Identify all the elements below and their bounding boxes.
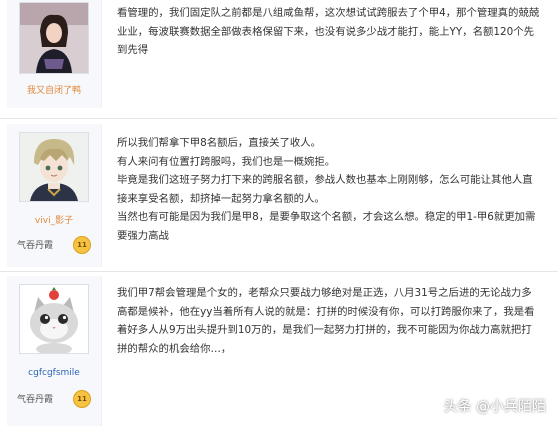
post-line: 接来享受名额，却挤掉一起努力拿名额的人。 (117, 192, 325, 205)
post-divider (0, 271, 558, 272)
rank-title: 气吞丹霞 (17, 395, 54, 405)
post-line: 所以我们帮拿下甲8名额后，直接关了收人。 (117, 137, 322, 149)
post-body: 看管理的，我们固定队之前都是八组咸鱼帮，这次想试试跨服去了个甲4，那个管理真的兢… (117, 4, 555, 60)
post-line: 要强力高战 (117, 229, 169, 242)
author-sidebar: cgfcgfsmile 气吞丹霞 11 (7, 276, 102, 426)
username[interactable]: 我又自闭了鸭 (7, 86, 101, 97)
post-1: 我又自闭了鸭 看管理的，我们固定队之前都是八组咸鱼帮，这次想试试跨服去了个甲4，… (0, 0, 558, 118)
watermark: 头条 @小兵陌陌 (443, 399, 546, 415)
post-line-text: 拼的帮众的机会给你…， (117, 342, 232, 355)
post-line: 毕竟是我们这班子努力打下来的跨服名额，参战人数也基本上刚刚够，怎么可能让其他人直 (117, 174, 533, 187)
post-line-text: 高都是候补，他在yy当着所有人说的就是：打拼的时候没有你，可以打跨服你来了，我是… (117, 305, 535, 318)
author-sidebar: 我又自闭了鸭 (7, 0, 102, 108)
avatar[interactable] (19, 2, 89, 74)
post-line: 看管理的，我们固定队之前都是八组咸鱼帮，这次想试试跨服去了个甲4，那个管理真的兢… (117, 7, 540, 19)
post-line: 着好多人从9万出头提升到10万的，是我们一起努力打拼的，我不可能因为你战力高就把… (117, 321, 555, 340)
post-body: 我们甲7帮会管理是个女的，老帮众只要战力够绝对是正选，八月31号之后进的无论战力… (117, 284, 555, 358)
username[interactable]: cgfcgfsmile (7, 368, 101, 379)
username[interactable]: vivi_影子 (7, 216, 101, 227)
rank-title: 气吞丹霞 (17, 241, 54, 251)
post-body: 所以我们帮拿下甲8名额后，直接关了收人。 有人来问有位置打跨服吗，我们也是一概婉… (117, 134, 555, 246)
post-line: 当然也有可能是因为我们是甲8，是要争取这个名额，才会这么想。稳定的甲1-甲6就更… (117, 211, 536, 224)
post-line-text: 着好多人从9万出头提升到10万的，是我们一起努力打拼的，我不可能因为你战力高就把… (117, 324, 532, 337)
post-line: 拼的帮众的机会给你…， (117, 340, 555, 359)
avatar[interactable] (19, 132, 89, 202)
author-sidebar: vivi_影子 气吞丹霞 11 (7, 124, 102, 267)
post-line: 我们甲7帮会管理是个女的，老帮众只要战力够绝对是正选，八月31号之后进的无论战力… (117, 284, 555, 303)
post-line: 业业，每波联赛数据全部做表格保留下来，也没有说多少战才能打，能上YY，名额120… (117, 25, 534, 38)
post-line: 有人来问有位置打跨服吗，我们也是一概婉拒。 (117, 155, 336, 168)
avatar[interactable] (19, 284, 89, 354)
post-line: 到先得 (117, 44, 149, 57)
post-2: vivi_影子 气吞丹霞 11 所以我们帮拿下甲8名额后，直接关了收人。 有人来… (0, 124, 558, 269)
post-divider (0, 118, 558, 119)
level-medal-icon: 11 (73, 390, 91, 408)
post-line: 高都是候补，他在yy当着所有人说的就是：打拼的时候没有你，可以打跨服你来了，我是… (117, 303, 555, 322)
post-line-text: 我们甲7帮会管理是个女的，老帮众只要战力够绝对是正选，八月31号之后进的无论战力… (117, 287, 532, 299)
level-medal-icon: 11 (73, 236, 91, 254)
